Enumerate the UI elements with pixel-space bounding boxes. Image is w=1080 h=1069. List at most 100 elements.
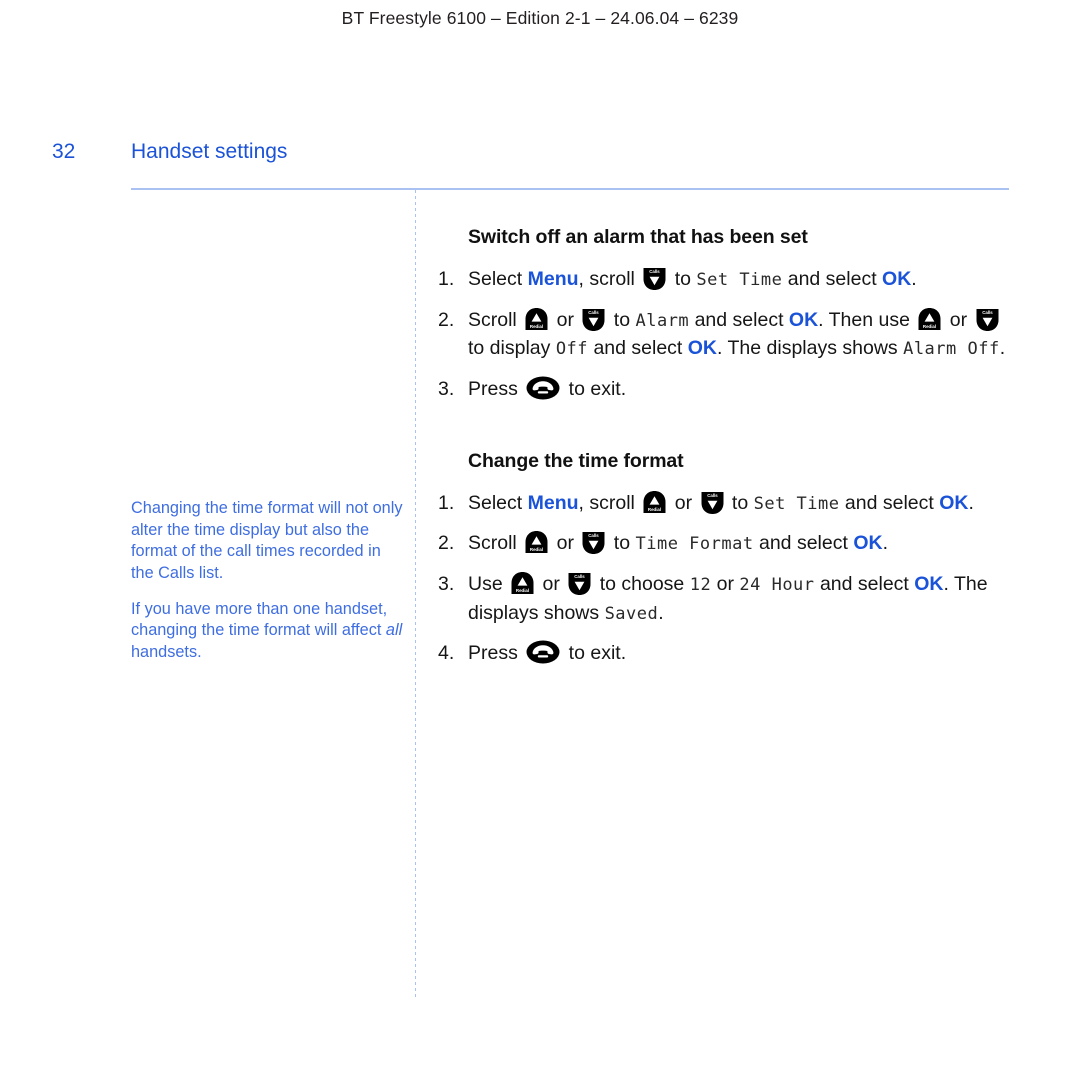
svg-text:Redial: Redial [516, 588, 529, 593]
step-text: and select [753, 532, 854, 555]
step-text: Press [468, 642, 524, 665]
step-text: to exit. [563, 642, 627, 665]
step-text: and select [689, 308, 789, 331]
step-item: 1. Select Menu, scroll Calls to Set Time … [438, 265, 1018, 294]
display-text: Off [555, 339, 589, 360]
calls-down-key-icon[interactable]: Calls [581, 530, 606, 555]
softkey-label[interactable]: OK [688, 337, 717, 359]
step-item: 1. Select Menu, scroll Redial or Calls to… [438, 489, 1018, 518]
step-text: to [669, 268, 697, 290]
step-text: and select [814, 572, 915, 595]
page-title: Handset settings [131, 140, 288, 163]
step-text: to display [468, 337, 556, 360]
step-number: 2. [438, 308, 455, 331]
display-text: Time Format [635, 534, 754, 555]
softkey-label[interactable]: OK [789, 309, 818, 331]
page-number: 32 [52, 140, 76, 163]
running-header: BT Freestyle 6100 – Edition 2-1 – 24.06.… [341, 8, 739, 28]
display-text: Set Time [753, 493, 840, 514]
redial-up-key-icon[interactable]: Redial [510, 571, 535, 596]
display-text: Alarm [635, 310, 690, 331]
softkey-label[interactable]: OK [882, 268, 911, 290]
step-text: Use [468, 572, 509, 595]
hangup-key-icon[interactable] [526, 640, 560, 664]
step-text: Select [468, 268, 528, 290]
side-notes: Changing the time format will not only a… [131, 498, 403, 678]
calls-down-key-icon[interactable]: Calls [700, 490, 725, 515]
hangup-key-icon[interactable] [526, 376, 560, 400]
step-text: or [944, 308, 973, 331]
step-text: . [968, 491, 974, 514]
display-text: 12 [689, 574, 712, 595]
main-content: Switch off an alarm that has been set 1. S… [438, 226, 1018, 680]
softkey-label[interactable]: OK [853, 532, 882, 554]
step-text: or [551, 308, 580, 331]
svg-text:Redial: Redial [648, 507, 661, 512]
note-2-text-after: handsets. [131, 643, 202, 662]
step-text: or [537, 572, 566, 595]
step-item: 2. Scroll Redial or Calls to Alarm and se… [438, 306, 1018, 363]
step-text: Scroll [468, 532, 523, 555]
step-text: to [726, 491, 754, 514]
svg-text:Calls: Calls [575, 574, 586, 579]
step-item: 4. Press to exit. [438, 639, 1018, 668]
display-text: Saved [604, 603, 659, 624]
note-2-emphasis: all [385, 621, 403, 640]
step-text: or [669, 491, 698, 514]
display-text: Set Time [696, 270, 783, 290]
redial-up-key-icon[interactable]: Redial [917, 307, 942, 332]
step-text: . [658, 601, 664, 624]
softkey-label[interactable]: OK [914, 573, 943, 595]
note-paragraph-2: If you have more than one handset, chang… [131, 599, 403, 664]
svg-text:Redial: Redial [923, 324, 936, 329]
display-text: Alarm Off [903, 339, 1000, 360]
calls-down-key-icon[interactable]: Calls [567, 571, 592, 596]
display-text: 24 Hour [739, 574, 815, 595]
step-text: Press [468, 377, 524, 400]
header-divider [131, 188, 1009, 190]
step-text: . [882, 532, 888, 555]
note-paragraph-1: Changing the time format will not only a… [131, 499, 403, 583]
redial-up-key-icon[interactable]: Redial [524, 307, 549, 332]
step-number: 1. [438, 268, 455, 290]
step-list: 1. Select Menu, scroll Calls to Set Time … [438, 265, 1018, 404]
page-title-row: 32 Handset settings [0, 140, 1080, 174]
step-text: to choose [594, 572, 690, 595]
svg-text:Calls: Calls [589, 310, 600, 315]
note-2-text-before: If you have more than one handset, chang… [131, 599, 388, 640]
step-text: and select [839, 491, 940, 514]
step-text: and select [588, 337, 688, 360]
step-list: 1. Select Menu, scroll Redial or Calls to… [438, 489, 1018, 668]
redial-up-key-icon[interactable]: Redial [642, 490, 667, 515]
step-text: to exit. [563, 377, 627, 400]
step-text: to [608, 308, 636, 331]
column-divider [415, 190, 416, 998]
step-text: . [911, 268, 917, 290]
step-number: 4. [438, 642, 455, 665]
softkey-label[interactable]: Menu [528, 492, 579, 514]
step-item: 3. Use Redial or Calls to choose 12 or 24… [438, 570, 1018, 627]
calls-down-key-icon[interactable]: Calls [975, 307, 1000, 332]
section-heading: Change the time format [468, 449, 684, 472]
redial-up-key-icon[interactable]: Redial [524, 530, 549, 555]
step-number: 1. [438, 491, 455, 514]
step-text: . Then use [818, 308, 916, 331]
calls-down-key-icon[interactable]: Calls [642, 266, 667, 291]
calls-down-key-icon[interactable]: Calls [581, 307, 606, 332]
step-number: 3. [438, 572, 455, 595]
softkey-label[interactable]: OK [939, 492, 968, 514]
step-item: 2. Scroll Redial or Calls to Time Format … [438, 529, 1018, 558]
step-text: and select [782, 268, 883, 290]
step-text: or [711, 572, 740, 595]
softkey-label[interactable]: Menu [528, 268, 579, 290]
step-text: . [999, 337, 1006, 360]
step-text: to [608, 532, 636, 555]
svg-text:Calls: Calls [707, 493, 718, 498]
step-text: Scroll [468, 308, 523, 331]
step-item: 3. Press to exit. [438, 375, 1018, 404]
step-number: 3. [438, 377, 455, 400]
step-text: , scroll [578, 268, 641, 290]
svg-text:Redial: Redial [530, 324, 543, 329]
step-text: or [551, 532, 580, 555]
step-number: 2. [438, 532, 455, 555]
